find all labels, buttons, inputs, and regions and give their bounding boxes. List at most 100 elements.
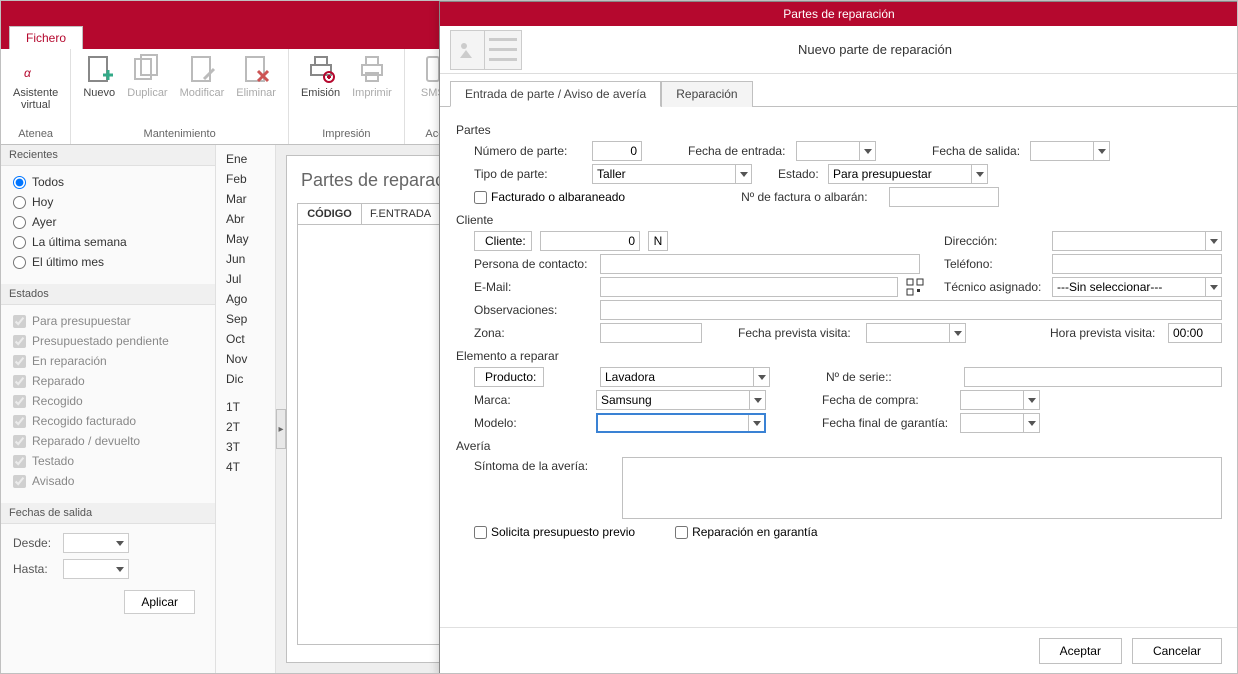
telefono-input[interactable] <box>1052 254 1222 274</box>
radio-hoy[interactable]: Hoy <box>9 192 207 212</box>
fsalida-label: Fecha de salida: <box>932 144 1022 158</box>
cliente-code-input[interactable] <box>540 231 640 251</box>
month-feb[interactable]: Feb <box>216 169 275 189</box>
section-partes: Partes <box>456 123 1222 137</box>
telefono-label: Teléfono: <box>944 257 1044 271</box>
persona-input[interactable] <box>600 254 920 274</box>
ribbon-modificar-button[interactable]: Modificar <box>174 51 231 101</box>
month-4t[interactable]: 4T <box>216 457 275 477</box>
qr-icon[interactable] <box>906 278 924 296</box>
tipo-combo[interactable]: Taller <box>592 164 752 184</box>
fecha-hasta-label: Hasta: <box>13 562 57 576</box>
direccion-combo[interactable] <box>1052 231 1222 251</box>
tecnico-combo[interactable]: ---Sin seleccionar--- <box>1052 277 1222 297</box>
facturado-checkbox[interactable]: Facturado o albaraneado <box>474 190 625 204</box>
fecha-hasta-dropdown[interactable] <box>63 559 129 579</box>
fentrada-combo[interactable] <box>796 141 876 161</box>
aceptar-button[interactable]: Aceptar <box>1039 638 1122 664</box>
marca-label: Marca: <box>474 393 588 407</box>
obs-label: Observaciones: <box>474 303 592 317</box>
ribbon-imprimir-button[interactable]: Imprimir <box>346 51 398 101</box>
ribbon-tab-fichero[interactable]: Fichero <box>9 26 83 49</box>
radio-ayer[interactable]: Ayer <box>9 212 207 232</box>
month-abr[interactable]: Abr <box>216 209 275 229</box>
ribbon-group-impresion: Impresión <box>295 126 398 142</box>
ribbon-emision-button[interactable]: Emisión <box>295 51 346 101</box>
ribbon-nuevo-button[interactable]: Nuevo <box>77 51 121 101</box>
month-ene[interactable]: Ene <box>216 149 275 169</box>
month-1t[interactable]: 1T <box>216 397 275 417</box>
numero-input[interactable] <box>592 141 642 161</box>
sintoma-textarea[interactable] <box>622 457 1222 519</box>
month-dic[interactable]: Dic <box>216 369 275 389</box>
estado-check-4[interactable]: Recogido <box>9 391 207 411</box>
estado-check-1[interactable]: Presupuestado pendiente <box>9 331 207 351</box>
persona-label: Persona de contacto: <box>474 257 592 271</box>
cliente-n-button[interactable]: N <box>648 231 668 251</box>
producto-combo[interactable]: Lavadora <box>600 367 770 387</box>
month-jun[interactable]: Jun <box>216 249 275 269</box>
radio-mes[interactable]: El último mes <box>9 252 207 272</box>
fcompra-combo[interactable] <box>960 390 1040 410</box>
garantia-checkbox[interactable]: Reparación en garantía <box>675 525 817 539</box>
month-oct[interactable]: Oct <box>216 329 275 349</box>
ribbon-eliminar-button[interactable]: Eliminar <box>230 51 282 101</box>
estado-check-0[interactable]: Para presupuestar <box>9 311 207 331</box>
estado-check-5[interactable]: Recogido facturado <box>9 411 207 431</box>
radio-todos[interactable]: Todos <box>9 172 207 192</box>
month-mar[interactable]: Mar <box>216 189 275 209</box>
section-elemento: Elemento a reparar <box>456 349 1222 363</box>
delete-doc-icon <box>240 53 272 85</box>
modelo-label: Modelo: <box>474 416 588 430</box>
month-3t[interactable]: 3T <box>216 437 275 457</box>
sidebar: Recientes Todos Hoy Ayer La última seman… <box>1 145 216 673</box>
sidebar-recientes-header: Recientes <box>1 145 215 166</box>
modelo-combo[interactable] <box>596 413 766 433</box>
month-jul[interactable]: Jul <box>216 269 275 289</box>
sidebar-fechas-header: Fechas de salida <box>1 503 215 524</box>
ribbon-group-maint: Mantenimiento <box>77 126 282 142</box>
obs-input[interactable] <box>600 300 1222 320</box>
month-nov[interactable]: Nov <box>216 349 275 369</box>
estado-check-6[interactable]: Reparado / devuelto <box>9 431 207 451</box>
month-2t[interactable]: 2T <box>216 417 275 437</box>
new-doc-icon <box>83 53 115 85</box>
print-icon <box>356 53 388 85</box>
grid-col-codigo[interactable]: CÓDIGO <box>298 204 362 224</box>
ribbon-assistant-button[interactable]: α Asistente virtual <box>7 51 64 113</box>
tecnico-label: Técnico asignado: <box>944 280 1044 294</box>
expand-handle[interactable]: ▸ <box>276 409 286 449</box>
fvisita-combo[interactable] <box>866 323 966 343</box>
marca-combo[interactable]: Samsung <box>596 390 766 410</box>
nfactura-input[interactable] <box>889 187 999 207</box>
estado-check-3[interactable]: Reparado <box>9 371 207 391</box>
direccion-label: Dirección: <box>944 234 1044 248</box>
estado-combo[interactable]: Para presupuestar <box>828 164 988 184</box>
tab-reparacion[interactable]: Reparación <box>661 81 752 107</box>
estado-check-2[interactable]: En reparación <box>9 351 207 371</box>
nserie-input[interactable] <box>964 367 1222 387</box>
fentrada-label: Fecha de entrada: <box>688 144 788 158</box>
fecha-desde-dropdown[interactable] <box>63 533 129 553</box>
zona-input[interactable] <box>600 323 702 343</box>
month-sep[interactable]: Sep <box>216 309 275 329</box>
dialog-title: Partes de reparación <box>783 7 894 21</box>
month-ago[interactable]: Ago <box>216 289 275 309</box>
cancelar-button[interactable]: Cancelar <box>1132 638 1222 664</box>
dialog-form-title: Nuevo parte de reparación <box>522 42 1228 57</box>
aplicar-button[interactable]: Aplicar <box>124 590 195 614</box>
cliente-button[interactable]: Cliente: <box>474 231 532 251</box>
producto-button[interactable]: Producto: <box>474 367 544 387</box>
month-may[interactable]: May <box>216 229 275 249</box>
fgarantia-combo[interactable] <box>960 413 1040 433</box>
estado-check-7[interactable]: Testado <box>9 451 207 471</box>
email-input[interactable] <box>600 277 898 297</box>
solicita-checkbox[interactable]: Solicita presupuesto previo <box>474 525 635 539</box>
image-placeholder-icon[interactable] <box>450 30 522 70</box>
tab-entrada[interactable]: Entrada de parte / Aviso de avería <box>450 81 661 107</box>
fsalida-combo[interactable] <box>1030 141 1110 161</box>
radio-semana[interactable]: La última semana <box>9 232 207 252</box>
estado-check-8[interactable]: Avisado <box>9 471 207 491</box>
ribbon-duplicar-button[interactable]: Duplicar <box>121 51 173 101</box>
hvisita-input[interactable] <box>1168 323 1222 343</box>
